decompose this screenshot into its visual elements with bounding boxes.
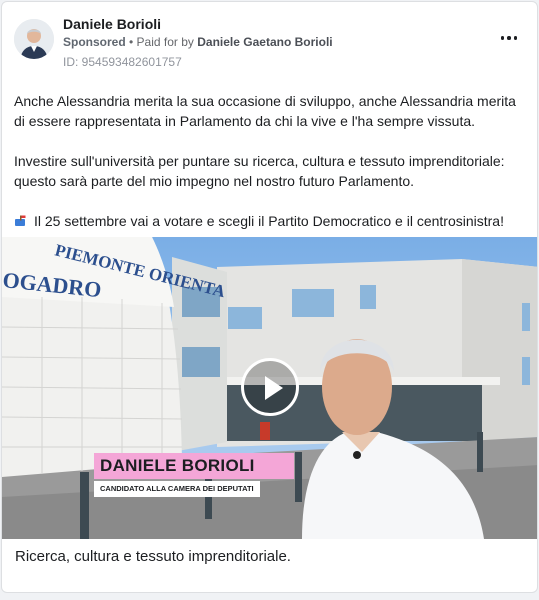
more-options-icon[interactable] (497, 30, 521, 46)
video-subplate: CANDIDATO ALLA CAMERA DEI DEPUTATI (94, 481, 260, 497)
paragraph-3-text: Il 25 settembre vai a votare e scegli il… (34, 213, 504, 229)
post-header: Daniele Borioli Sponsored • Paid for by … (2, 2, 537, 76)
sponsor-line: Sponsored • Paid for by Daniele Gaetano … (63, 35, 333, 49)
post-text: Anche Alessandria merita la sua occasion… (14, 91, 524, 251)
video-caption: Ricerca, cultura e tessuto imprenditoria… (15, 548, 291, 565)
mailbox-icon (14, 212, 28, 226)
video-nameplate: DANIELE BORIOLI (94, 453, 294, 479)
separator: • (125, 35, 137, 49)
advertiser-name[interactable]: Daniele Borioli (63, 16, 161, 32)
ad-card: Daniele Borioli Sponsored • Paid for by … (1, 1, 538, 593)
paid-for-name: Daniele Gaetano Borioli (197, 35, 333, 49)
paragraph-3: Il 25 settembre vai a votare e scegli il… (14, 211, 524, 231)
paragraph-1: Anche Alessandria merita la sua occasion… (14, 93, 516, 129)
avatar[interactable] (14, 19, 54, 59)
paragraph-2: Investire sull'università per puntare su… (14, 153, 505, 189)
paid-for-prefix: Paid for by (136, 35, 198, 49)
sponsored-label: Sponsored (63, 35, 126, 49)
play-icon[interactable] (241, 358, 299, 416)
ad-id: ID: 954593482601757 (63, 55, 182, 69)
video-player[interactable]: PIEMONTE ORIENTA OGADRO DANIELE BORIOLI … (2, 237, 537, 539)
